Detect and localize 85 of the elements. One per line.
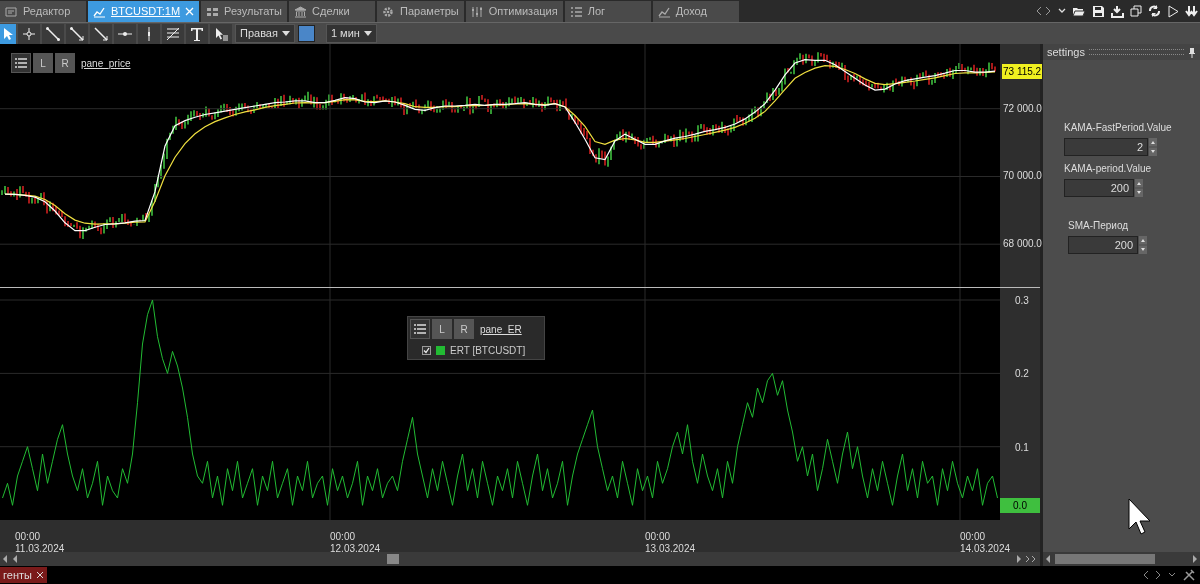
last-value-label: 0.0 bbox=[1000, 498, 1040, 513]
tab[interactable]: Редактор bbox=[0, 1, 86, 22]
field-label: SMA-Период bbox=[1068, 219, 1130, 233]
list-icon bbox=[15, 58, 27, 68]
tab[interactable]: Параметры bbox=[377, 1, 464, 22]
spinner-arrows-icon[interactable] bbox=[1135, 179, 1143, 197]
chart-icon bbox=[93, 5, 106, 18]
text-tool-icon[interactable] bbox=[189, 25, 205, 42]
checkbox[interactable] bbox=[422, 345, 431, 355]
select-icon[interactable] bbox=[213, 25, 229, 42]
list-icon bbox=[569, 5, 583, 18]
line-icon[interactable] bbox=[45, 25, 61, 42]
caret-icon bbox=[363, 31, 372, 36]
legend-menu-button[interactable] bbox=[410, 319, 430, 339]
axis-time-label: 00:00 bbox=[330, 530, 356, 544]
pane-side-button[interactable]: R bbox=[454, 319, 474, 339]
caret-icon bbox=[281, 31, 290, 36]
refresh-icon[interactable] bbox=[1148, 5, 1161, 17]
panel-title: settings bbox=[1047, 44, 1085, 60]
spinner-arrows-icon[interactable] bbox=[1139, 236, 1147, 254]
spinner-arrows-icon[interactable] bbox=[1149, 138, 1157, 156]
number-field[interactable]: 2 bbox=[1064, 138, 1148, 156]
color-swatch[interactable] bbox=[297, 25, 315, 42]
code-icon[interactable] bbox=[1142, 570, 1162, 580]
legend-menu-button[interactable] bbox=[11, 53, 31, 73]
pane-name-link[interactable]: pane_ER bbox=[480, 321, 522, 337]
sliders-icon bbox=[470, 5, 484, 18]
scroll-right-icon[interactable] bbox=[1190, 553, 1200, 565]
ray-icon[interactable] bbox=[69, 25, 85, 42]
anchor-dropdown[interactable]: Правая bbox=[235, 24, 295, 43]
axis-time-label: 00:00 bbox=[645, 530, 671, 544]
tab[interactable]: Доход bbox=[652, 1, 739, 22]
axis-date-label: 13.03.2024 bbox=[645, 542, 696, 556]
table-icon bbox=[206, 5, 220, 18]
axis-label: 0.2 bbox=[1015, 367, 1029, 382]
timeframe-dropdown[interactable]: 1 мин bbox=[325, 24, 377, 43]
scrollbar-thumb[interactable] bbox=[387, 554, 399, 564]
code-icon[interactable] bbox=[1036, 6, 1052, 16]
gear-icon bbox=[382, 5, 396, 18]
pane-name-link[interactable]: pane_price bbox=[81, 55, 131, 71]
number-field[interactable]: 200 bbox=[1068, 236, 1138, 254]
axis-label: 72 000.0 bbox=[1003, 101, 1042, 116]
axis-time-label: 00:00 bbox=[960, 530, 986, 544]
axis-date-label: 14.03.2024 bbox=[960, 542, 1011, 556]
pin-icon[interactable] bbox=[1188, 46, 1196, 58]
axis-label: 0.1 bbox=[1015, 440, 1029, 455]
pane-side-button[interactable]: L bbox=[33, 53, 53, 73]
document-icon bbox=[5, 5, 18, 18]
arrow-line-icon[interactable] bbox=[93, 25, 109, 42]
number-field[interactable]: 200 bbox=[1064, 179, 1134, 197]
field-label: KAMA-period.Value bbox=[1064, 162, 1153, 176]
chart-icon bbox=[657, 5, 671, 18]
axis-label: 0.3 bbox=[1015, 294, 1029, 308]
axis-date-label: 12.03.2024 bbox=[330, 542, 381, 556]
bank-icon bbox=[294, 5, 308, 18]
pane-side-button[interactable]: R bbox=[55, 53, 75, 73]
axis-label: 68 000.0 bbox=[1003, 237, 1042, 252]
field-label: KAMA-FastPeriod.Value bbox=[1064, 121, 1173, 135]
series-label: ERT [BTCUSDT] bbox=[450, 343, 526, 358]
tab[interactable]: BTCUSDT:1M bbox=[88, 1, 200, 22]
scroll-right-icon[interactable] bbox=[1014, 553, 1024, 565]
axis-time-label: 00:00 bbox=[15, 530, 41, 544]
tools-icon[interactable] bbox=[1182, 569, 1196, 581]
save-icon[interactable] bbox=[1092, 4, 1105, 18]
download-icon[interactable] bbox=[1185, 5, 1198, 17]
tab[interactable]: Оптимизация bbox=[465, 1, 563, 22]
scrollbar-thumb[interactable] bbox=[1055, 554, 1155, 564]
folder-icon[interactable] bbox=[1072, 5, 1086, 17]
check-icon bbox=[423, 346, 430, 354]
pane-side-button[interactable]: L bbox=[432, 319, 452, 339]
tab[interactable]: Сделки bbox=[289, 1, 376, 22]
download-icon[interactable] bbox=[1111, 4, 1124, 18]
play-icon[interactable] bbox=[1167, 4, 1179, 18]
fibonacci-icon[interactable] bbox=[165, 25, 181, 42]
crosshair-icon[interactable] bbox=[21, 25, 37, 42]
close-icon[interactable] bbox=[35, 571, 44, 579]
axis-label: 70 000.0 bbox=[1003, 169, 1042, 184]
list-icon bbox=[414, 324, 426, 334]
tab[interactable]: Результаты bbox=[201, 1, 288, 22]
axis-date-label: 11.03.2024 bbox=[15, 542, 65, 556]
caret-icon[interactable] bbox=[1168, 572, 1176, 578]
last-price-label: 73 115.2 bbox=[1002, 64, 1043, 79]
copy-icon[interactable] bbox=[1130, 5, 1142, 17]
tab[interactable]: Лог bbox=[564, 1, 651, 22]
bottom-tab[interactable]: генты bbox=[0, 567, 47, 583]
